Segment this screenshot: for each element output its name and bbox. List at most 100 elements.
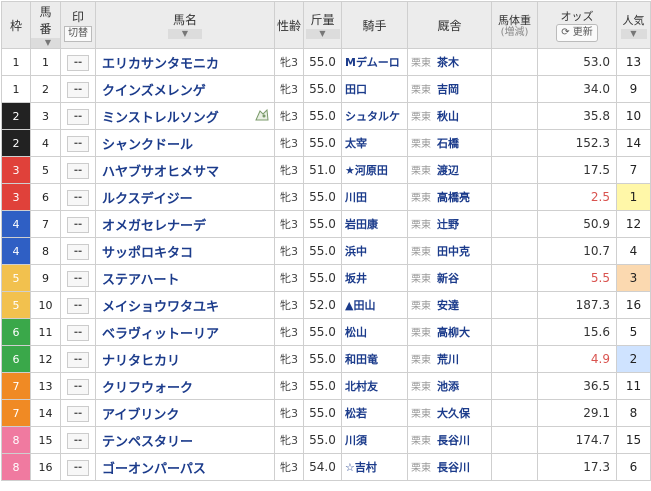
horse-name-link[interactable]: ナリタヒカリ — [95, 345, 275, 373]
horse-name-link[interactable]: ベラヴィットーリア — [95, 318, 275, 346]
trainer-link[interactable]: 長谷川 — [437, 434, 470, 447]
horse-name-link[interactable]: シャンクドール — [95, 129, 275, 157]
trainer-link[interactable]: 池添 — [437, 380, 459, 393]
mark-cell: -- — [60, 237, 96, 265]
jockey-link[interactable]: 松若 — [341, 399, 408, 427]
mark-select[interactable]: -- — [67, 135, 89, 152]
trainer-link[interactable]: 安達 — [437, 299, 459, 312]
mark-select[interactable]: -- — [67, 432, 89, 449]
jockey-link[interactable]: 岩田康 — [341, 210, 408, 238]
popularity-rank: 14 — [616, 129, 651, 157]
trainer-link[interactable]: 新谷 — [437, 272, 459, 285]
popularity-rank: 3 — [616, 264, 651, 292]
sex-age: 牝3 — [274, 237, 304, 265]
trainer-link[interactable]: 大久保 — [437, 407, 470, 420]
mark-select[interactable]: -- — [67, 108, 89, 125]
carried-weight: 55.0 — [303, 48, 342, 76]
jockey-link[interactable]: Mデムーロ — [341, 48, 408, 76]
mark-select[interactable]: -- — [67, 405, 89, 422]
header-name[interactable]: 馬名 ▼ — [95, 1, 275, 49]
mark-select[interactable]: -- — [67, 216, 89, 233]
trainer-link[interactable]: 渡辺 — [437, 164, 459, 177]
win-odds: 17.3 — [537, 453, 617, 481]
horse-name-link[interactable]: アイブリンク — [95, 399, 275, 427]
horse-number: 12 — [30, 345, 61, 373]
trainer-link[interactable]: 辻野 — [437, 218, 459, 231]
jockey-link[interactable]: 田口 — [341, 75, 408, 103]
header-weight[interactable]: 斤量 ▼ — [303, 1, 342, 49]
jockey-link[interactable]: シュタルケ — [341, 102, 408, 130]
horse-name-link[interactable]: テンペスタリー — [95, 426, 275, 454]
jockey-link[interactable]: 川須 — [341, 426, 408, 454]
horse-name-link[interactable]: オメガセレナーデ — [95, 210, 275, 238]
trainer-link[interactable]: 吉岡 — [437, 83, 459, 96]
horse-name-link[interactable]: サッポロキタコ — [95, 237, 275, 265]
stable-cell: 栗東 新谷 — [407, 264, 492, 292]
mark-select[interactable]: -- — [67, 243, 89, 260]
jockey-link[interactable]: 浜中 — [341, 237, 408, 265]
mark-select[interactable]: -- — [67, 54, 89, 71]
mark-select[interactable]: -- — [67, 324, 89, 341]
body-weight — [491, 264, 538, 292]
jockey-link[interactable]: 北村友 — [341, 372, 408, 400]
trainer-link[interactable]: 荒川 — [437, 353, 459, 366]
jockey-link[interactable]: 坂井 — [341, 264, 408, 292]
jockey-link[interactable]: 松山 — [341, 318, 408, 346]
mark-select[interactable]: -- — [67, 270, 89, 287]
jockey-link[interactable]: ☆吉村 — [341, 453, 408, 481]
sex-age: 牝3 — [274, 102, 304, 130]
frame-number: 4 — [1, 210, 31, 238]
win-odds: 34.0 — [537, 75, 617, 103]
header-umaban[interactable]: 馬番 ▼ — [30, 1, 61, 49]
body-weight — [491, 291, 538, 319]
sort-dropdown-icon[interactable]: ▼ — [168, 29, 202, 39]
jockey-link[interactable]: 太宰 — [341, 129, 408, 157]
trainer-link[interactable]: 長谷川 — [437, 461, 470, 474]
horse-name-link[interactable]: クインズメレンゲ — [95, 75, 275, 103]
mark-select[interactable]: -- — [67, 297, 89, 314]
horse-name-link[interactable]: クリフウォーク — [95, 372, 275, 400]
mark-select[interactable]: -- — [67, 351, 89, 368]
jockey-link[interactable]: ▲田山 — [341, 291, 408, 319]
table-row: 4 7 -- オメガセレナーデ 牝3 55.0 岩田康 栗東 辻野 50.9 12 — [1, 210, 651, 238]
trainer-link[interactable]: 茶木 — [437, 56, 459, 69]
trainer-link[interactable]: 高柳大 — [437, 326, 470, 339]
trainer-link[interactable]: 高橋亮 — [437, 191, 470, 204]
stable-cell: 栗東 石橋 — [407, 129, 492, 157]
header-popularity[interactable]: 人気 ▼ — [616, 1, 651, 49]
horse-name-link[interactable]: ルクスデイジー — [95, 183, 275, 211]
horse-name-link[interactable]: ミンストレルソング — [95, 102, 275, 130]
sex-age: 牝3 — [274, 156, 304, 184]
horse-name-link[interactable]: メイショウワタユキ — [95, 291, 275, 319]
body-weight — [491, 372, 538, 400]
horse-name-link[interactable]: ステアハート — [95, 264, 275, 292]
mark-cell: -- — [60, 129, 96, 157]
jockey-link[interactable]: 和田竜 — [341, 345, 408, 373]
trainer-link[interactable]: 石橋 — [437, 137, 459, 150]
sort-dropdown-icon[interactable]: ▼ — [620, 28, 647, 39]
trainer-link[interactable]: 田中克 — [437, 245, 470, 258]
stable-cell: 栗東 吉岡 — [407, 75, 492, 103]
mark-select[interactable]: -- — [67, 81, 89, 98]
mark-cell: -- — [60, 345, 96, 373]
mark-select[interactable]: -- — [67, 162, 89, 179]
table-row: 2 3 -- ミンストレルソング 牝3 55.0 シュタルケ 栗東 秋山 35.8 10 — [1, 102, 651, 130]
sort-dropdown-icon[interactable]: ▼ — [31, 37, 60, 48]
jockey-link[interactable]: 川田 — [341, 183, 408, 211]
popularity-rank: 6 — [616, 453, 651, 481]
win-odds: 29.1 — [537, 399, 617, 427]
sort-dropdown-icon[interactable]: ▼ — [305, 29, 340, 39]
horse-name-link[interactable]: エリカサンタモニカ — [95, 48, 275, 76]
trainer-link[interactable]: 秋山 — [437, 110, 459, 123]
horse-name-link[interactable]: ハヤブサオヒメサマ — [95, 156, 275, 184]
mark-select[interactable]: -- — [67, 189, 89, 206]
odds-update-button[interactable]: ⟳ 更新 — [556, 24, 598, 42]
carried-weight: 55.0 — [303, 237, 342, 265]
jockey-link[interactable]: ★河原田 — [341, 156, 408, 184]
sex-age: 牝3 — [274, 345, 304, 373]
mark-select[interactable]: -- — [67, 459, 89, 476]
mark-select[interactable]: -- — [67, 378, 89, 395]
frame-number: 7 — [1, 399, 31, 427]
mark-toggle-button[interactable]: 切替 — [64, 26, 92, 42]
horse-name-link[interactable]: ゴーオンパーパス — [95, 453, 275, 481]
